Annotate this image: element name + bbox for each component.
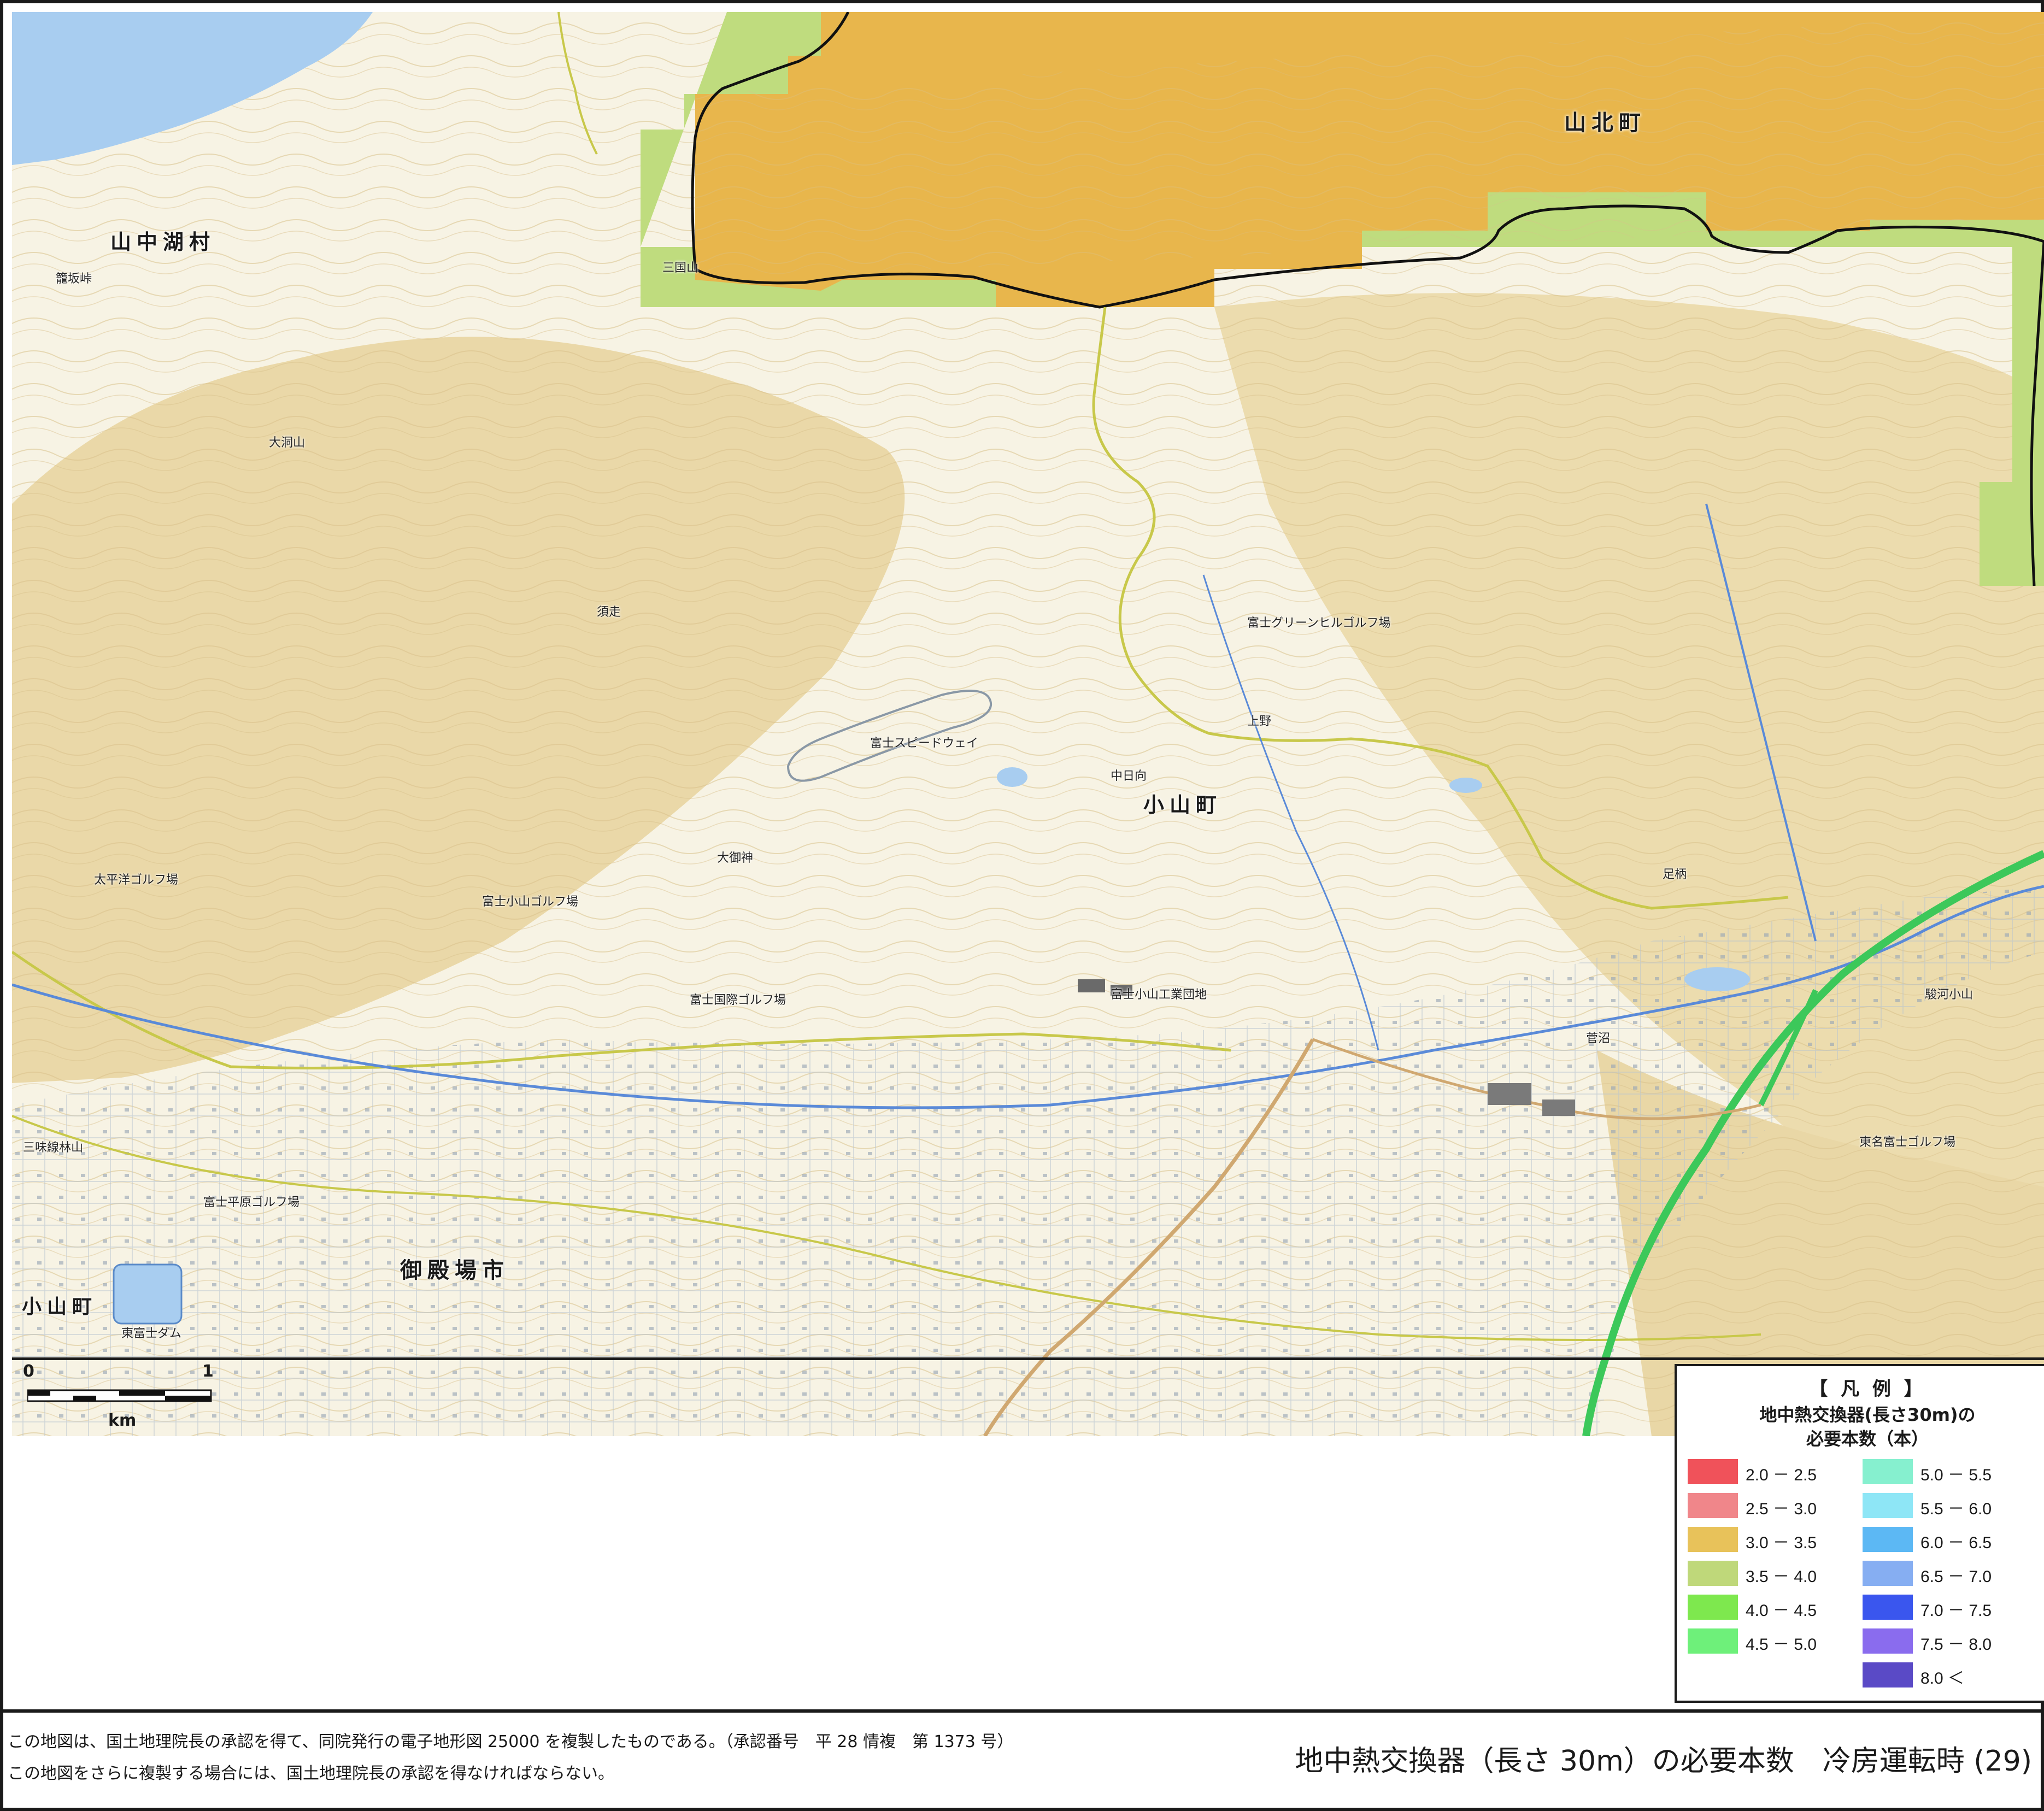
legend-swatch (1863, 1561, 1913, 1586)
legend-label: 4.5 － 5.0 (1746, 1636, 1817, 1654)
pond-1 (997, 767, 1027, 787)
scale-one-label: 1 (202, 1362, 214, 1381)
legend-label: 4.0 － 4.5 (1746, 1602, 1817, 1620)
legend-swatch (1863, 1527, 1913, 1552)
legend-subtitle-2: 必要本数（本） (1806, 1428, 1929, 1449)
copyright-note-1: この地図は、国土地理院長の承認を得て、同院発行の電子地形図 25000 を複製し… (8, 1732, 1014, 1751)
scale-bar: 0 1 km (16, 1361, 224, 1443)
legend-swatch (1863, 1595, 1913, 1620)
feature-label: 富士グリーンヒルゴルフ場 (1247, 616, 1391, 630)
legend-label: 5.0 － 5.5 (1920, 1466, 1992, 1484)
feature-label: 中日向 (1111, 769, 1147, 783)
topographic-map[interactable]: 山中湖村 山北町 小山町 御殿場市 小山町 富士スピードウェイ 富士グリーンヒル… (12, 12, 2044, 1436)
legend-label: 7.5 － 8.0 (1920, 1636, 1992, 1654)
industrial-block-4 (1542, 1099, 1575, 1116)
pond-3 (1449, 778, 1482, 793)
pond-2 (1684, 967, 1750, 991)
legend-swatch (1688, 1459, 1738, 1484)
industrial-block-1 (1078, 979, 1105, 992)
feature-label: 足柄 (1663, 868, 1687, 881)
legend-swatch (1688, 1527, 1738, 1552)
legend-swatch (1863, 1662, 1913, 1687)
legend-swatch (1863, 1493, 1913, 1518)
legend-label: 8.0 ＜ (1920, 1669, 1965, 1687)
legend-swatch (1688, 1628, 1738, 1654)
legend-label: 3.5 － 4.0 (1746, 1568, 1817, 1586)
feature-label: 東富士ダム (121, 1327, 182, 1340)
feature-label: 菅沼 (1586, 1032, 1611, 1045)
scale-unit-label: km (108, 1411, 137, 1430)
legend-label: 7.0 － 7.5 (1920, 1602, 1992, 1620)
industrial-block-3 (1488, 1083, 1531, 1105)
place-label-oyama-southwest: 小山町 (22, 1296, 98, 1318)
legend-panel: 【 凡 例 】 地中熱交換器(長さ30m)の 必要本数（本） 2.0 － 2.5… (1675, 1364, 2044, 1703)
feature-label: 富士小山工業団地 (1111, 988, 1207, 1002)
place-label-oyama-center: 小山町 (1143, 793, 1223, 817)
map-caption: 地中熱交換器（長さ 30m）の必要本数 冷房運転時 (29) (1295, 1745, 2032, 1778)
map-inner-border (12, 1357, 2044, 1360)
legend-subtitle-1: 地中熱交換器(長さ30m)の (1759, 1404, 1976, 1425)
feature-label: 富士スピードウェイ (870, 737, 979, 750)
feature-label: 大洞山 (269, 436, 306, 450)
legend-swatch (1688, 1595, 1738, 1620)
copyright-note-2: この地図をさらに複製する場合には、国土地理院長の承認を得なければならない。 (8, 1764, 614, 1783)
legend-label: 2.0 － 2.5 (1746, 1466, 1817, 1484)
feature-label: 三国山 (662, 261, 699, 275)
dam (113, 1263, 183, 1325)
legend-swatch (1863, 1628, 1913, 1654)
feature-label: 富士国際ゴルフ場 (690, 993, 786, 1007)
legend-label: 5.5 － 6.0 (1920, 1500, 1992, 1518)
legend-label: 6.5 － 7.0 (1920, 1568, 1992, 1586)
scale-zero-label: 0 (23, 1362, 34, 1381)
legend-title: 【 凡 例 】 (1809, 1378, 1926, 1400)
place-label-yamanakako: 山中湖村 (110, 230, 216, 254)
legend-label: 3.0 － 3.5 (1746, 1534, 1817, 1552)
legend-label: 2.5 － 3.0 (1746, 1500, 1817, 1518)
feature-label: 太平洋ゴルフ場 (94, 873, 179, 887)
feature-label: 上野 (1247, 715, 1272, 728)
legend-label: 6.0 － 6.5 (1920, 1534, 1992, 1552)
feature-label: 須走 (597, 605, 621, 619)
feature-label: 籠坂峠 (56, 272, 92, 286)
place-label-yamakita: 山北町 (1564, 110, 1646, 136)
legend-swatch (1688, 1561, 1738, 1586)
place-label-gotemba: 御殿場市 (400, 1258, 509, 1283)
legend-swatch (1688, 1493, 1738, 1518)
feature-label: 東名富士ゴルフ場 (1859, 1136, 1956, 1149)
feature-label: 大御神 (717, 851, 754, 865)
feature-label: 富士小山ゴルフ場 (482, 895, 579, 909)
map-canvas[interactable] (12, 12, 2044, 1436)
scale-bar-graphic (27, 1389, 212, 1402)
feature-label: 駿河小山 (1925, 988, 1973, 1002)
feature-label: 三味線林山 (23, 1141, 84, 1155)
feature-label: 富士平原ゴルフ場 (203, 1196, 300, 1209)
legend-swatch (1863, 1459, 1913, 1484)
footer-divider (0, 1709, 2044, 1713)
